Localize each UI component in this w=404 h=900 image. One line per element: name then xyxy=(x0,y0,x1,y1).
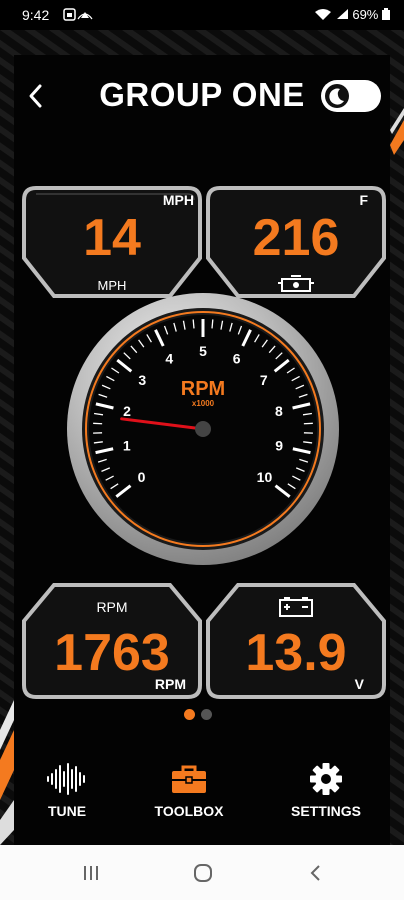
temp-value: 216 xyxy=(252,209,340,267)
speed-value: 14 xyxy=(83,209,141,267)
battery-icon xyxy=(382,8,390,20)
moon-icon xyxy=(329,88,344,105)
speed-gauge: MPH 14 MPH xyxy=(22,186,202,298)
signal-icon xyxy=(336,9,348,19)
tach-label: RPM xyxy=(181,378,225,400)
tach-tick-label: 8 xyxy=(275,403,283,419)
status-notification-icons xyxy=(63,7,103,26)
toggle-knob xyxy=(325,84,349,108)
rpm-unit: RPM xyxy=(154,676,186,692)
rpm-value: 1763 xyxy=(54,624,170,682)
nav-tune-label: TUNE xyxy=(47,803,87,819)
tach-tick-label: 6 xyxy=(233,351,241,367)
rpm-label: RPM xyxy=(96,599,128,615)
status-time: 9:42 xyxy=(22,7,50,23)
home-icon[interactable] xyxy=(192,862,214,884)
sound-wave-icon xyxy=(47,763,85,795)
nav-tune[interactable]: TUNE xyxy=(12,745,122,835)
theme-toggle[interactable] xyxy=(321,80,381,112)
nav-toolbox-label: TOOLBOX xyxy=(154,803,224,819)
tach-tick-label: 7 xyxy=(260,372,268,388)
tach-minor-tick xyxy=(211,319,214,329)
nav-settings-label: SETTINGS xyxy=(290,803,361,819)
bottom-navigation: TUNE TOOLBOX SETTINGS xyxy=(0,745,404,845)
tach-tick-label: 10 xyxy=(257,469,273,485)
nav-toolbox[interactable]: TOOLBOX xyxy=(134,745,244,835)
tach-tick-label: 0 xyxy=(138,469,146,485)
tach-tick-label: 9 xyxy=(275,438,283,454)
tach-tick-label: 5 xyxy=(199,343,207,359)
tach-tick-label: 2 xyxy=(123,403,131,419)
battery-gauge-icon xyxy=(279,597,313,617)
battery-percent: 69% xyxy=(352,7,379,22)
status-right: 69% xyxy=(314,7,390,22)
tach-tick-label: 4 xyxy=(165,351,173,367)
voltage-gauge: 13.9 V xyxy=(206,583,386,699)
tachometer: 0 1 2 3 4 5 6 7 8 9 10 RPM x1000 xyxy=(65,291,341,567)
status-bar: 9:42 69% xyxy=(0,0,404,30)
tach-multiplier: x1000 xyxy=(192,399,215,408)
tach-minor-tick xyxy=(192,319,195,329)
page-indicator xyxy=(184,705,218,724)
wifi-icon xyxy=(315,9,332,20)
back-nav-icon[interactable] xyxy=(306,863,326,883)
page-dot-1[interactable] xyxy=(184,709,195,720)
page-dot-2[interactable] xyxy=(201,709,212,720)
tach-tick-label: 3 xyxy=(138,372,146,388)
system-navigation-bar xyxy=(0,845,404,900)
voltage-value: 13.9 xyxy=(245,624,347,682)
gear-icon xyxy=(310,763,342,795)
rpm-gauge: RPM 1763 RPM xyxy=(22,583,202,699)
nav-settings[interactable]: SETTINGS xyxy=(271,745,381,835)
speed-unit-top: MPH xyxy=(162,192,194,208)
temp-unit: F xyxy=(359,192,368,208)
recent-apps-icon[interactable] xyxy=(81,863,101,883)
needle-hub xyxy=(195,421,211,437)
voltage-unit: V xyxy=(354,676,364,692)
temp-gauge: F 216 xyxy=(206,186,386,298)
toolbox-icon xyxy=(172,765,206,793)
tach-tick-label: 1 xyxy=(123,438,131,454)
